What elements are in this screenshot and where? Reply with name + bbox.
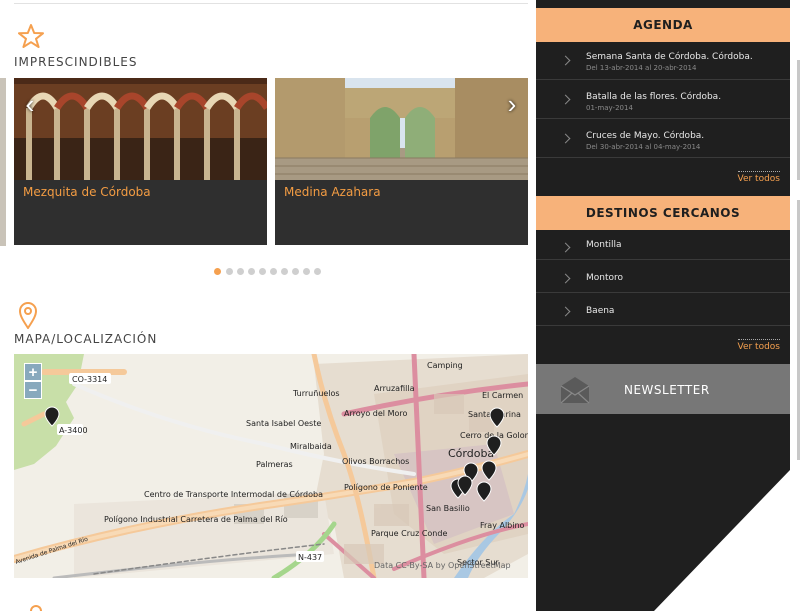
agenda-item-date: Del 30-abr-2014 al 04-may-2014 — [586, 143, 701, 151]
destinos-header: DESTINOS CERCANOS — [536, 196, 790, 230]
map-attribution: Data CC-By-SA by OpenStreetMap — [374, 561, 511, 570]
carousel-card-mezquita[interactable]: Mezquita de Córdoba — [14, 78, 267, 245]
main-content: IMPRESCINDIBLES Mezquita de Córdoba Medi… — [0, 0, 536, 611]
map-tiles: CO-3314 A-3400 Camping Turruñuelos Arruz… — [14, 354, 528, 578]
agenda-item[interactable]: Semana Santa de Córdoba. Córdoba. Del 13… — [536, 42, 790, 80]
newsletter-label: NEWSLETTER — [624, 383, 710, 397]
agenda-item[interactable]: Cruces de Mayo. Córdoba. Del 30-abr-2014… — [536, 119, 790, 158]
map-label: Camping — [427, 361, 463, 370]
map-label: A-3400 — [59, 426, 88, 435]
page: IMPRESCINDIBLES Mezquita de Córdoba Medi… — [0, 0, 800, 611]
carousel-next-arrow[interactable]: › — [502, 90, 522, 118]
pagination-dot[interactable] — [314, 268, 321, 275]
pagination-dot[interactable] — [248, 268, 255, 275]
pagination-dot[interactable] — [259, 268, 266, 275]
imprescindibles-carousel: Mezquita de Córdoba Medina Azahara ‹ › — [14, 78, 528, 246]
pagination-dot[interactable] — [270, 268, 277, 275]
divider — [14, 3, 528, 4]
map-label: San Basilio — [426, 504, 470, 513]
map-label: Miralbaida — [290, 442, 332, 451]
agenda-item-title: Semana Santa de Córdoba. Córdoba. — [586, 52, 753, 62]
map-label: Santa Isabel Oeste — [246, 419, 321, 428]
agenda-item-date: 01-may-2014 — [586, 104, 633, 112]
agenda-item-title: Cruces de Mayo. Córdoba. — [586, 131, 705, 141]
map-zoom-out-button[interactable]: − — [24, 381, 42, 399]
map-label: Turruñuelos — [292, 389, 340, 398]
chevron-right-icon — [560, 94, 571, 105]
medina-azahara-photo — [275, 78, 528, 180]
destino-item-title: Montoro — [586, 273, 624, 283]
card-caption: Medina Azahara — [284, 185, 381, 199]
agenda-header: AGENDA — [536, 8, 790, 42]
carousel-card-medina-azahara[interactable]: Medina Azahara — [275, 78, 528, 245]
pagination-dot[interactable] — [281, 268, 288, 275]
destinos-ver-todos-link[interactable]: Ver todos — [737, 339, 780, 352]
map-label: CO-3314 — [72, 375, 107, 384]
next-section-icon — [30, 605, 42, 611]
agenda-item-title: Batalla de las flores. Córdoba. — [586, 92, 722, 102]
chevron-right-icon — [560, 242, 571, 253]
map-label: Parque Cruz Conde — [371, 529, 447, 538]
pagination-dot[interactable] — [303, 268, 310, 275]
newsletter-button[interactable]: NEWSLETTER — [536, 364, 790, 414]
map-label: Arruzafilla — [374, 384, 415, 393]
map-label: Palmeras — [256, 460, 293, 469]
agenda-item[interactable]: Batalla de las flores. Córdoba. 01-may-2… — [536, 80, 790, 119]
destino-item-title: Baena — [586, 306, 615, 316]
carousel-left-peek — [0, 78, 6, 246]
pagination-dot[interactable] — [226, 268, 233, 275]
star-icon — [18, 24, 44, 48]
sidebar: AGENDA Semana Santa de Córdoba. Córdoba.… — [536, 0, 790, 611]
map-label: N-437 — [298, 553, 322, 562]
envelope-icon — [560, 377, 590, 404]
destino-item[interactable]: Baena — [536, 293, 790, 326]
chevron-right-icon — [560, 133, 571, 144]
pagination-dot[interactable] — [292, 268, 299, 275]
map-pin-icon — [18, 302, 38, 329]
destino-item[interactable]: Montilla — [536, 230, 790, 260]
map-label: Centro de Transporte Intermodal de Córdo… — [144, 489, 323, 499]
destino-item-title: Montilla — [586, 240, 622, 250]
carousel-prev-arrow[interactable]: ‹ — [20, 90, 40, 118]
destino-item[interactable]: Montoro — [536, 260, 790, 293]
map-label: Arroyo del Moro — [344, 409, 407, 418]
map-label: El Carmen — [482, 391, 523, 400]
chevron-right-icon — [560, 306, 571, 317]
mezquita-photo — [14, 78, 267, 180]
card-caption: Mezquita de Córdoba — [23, 185, 151, 199]
map-label: Polígono de Poniente — [344, 483, 428, 492]
location-map[interactable]: CO-3314 A-3400 Camping Turruñuelos Arruz… — [14, 354, 528, 578]
map-label: Olivos Borrachos — [342, 457, 409, 466]
pagination-dot[interactable] — [214, 268, 221, 275]
right-edge — [790, 0, 800, 611]
agenda-ver-todos-link[interactable]: Ver todos — [737, 171, 780, 184]
chevron-right-icon — [560, 273, 571, 284]
pagination-dot[interactable] — [237, 268, 244, 275]
section-title-imprescindibles: IMPRESCINDIBLES — [14, 55, 138, 69]
map-label: Polígono Industrial Carretera de Palma d… — [104, 515, 288, 524]
section-title-mapa: MAPA/LOCALIZACIÓN — [14, 332, 158, 346]
map-label: Córdoba — [448, 447, 494, 460]
chevron-right-icon — [560, 55, 571, 66]
map-label: Fray Albino — [480, 521, 525, 530]
map-zoom-in-button[interactable]: + — [24, 363, 42, 381]
agenda-item-date: Del 13-abr-2014 al 20-abr-2014 — [586, 64, 697, 72]
